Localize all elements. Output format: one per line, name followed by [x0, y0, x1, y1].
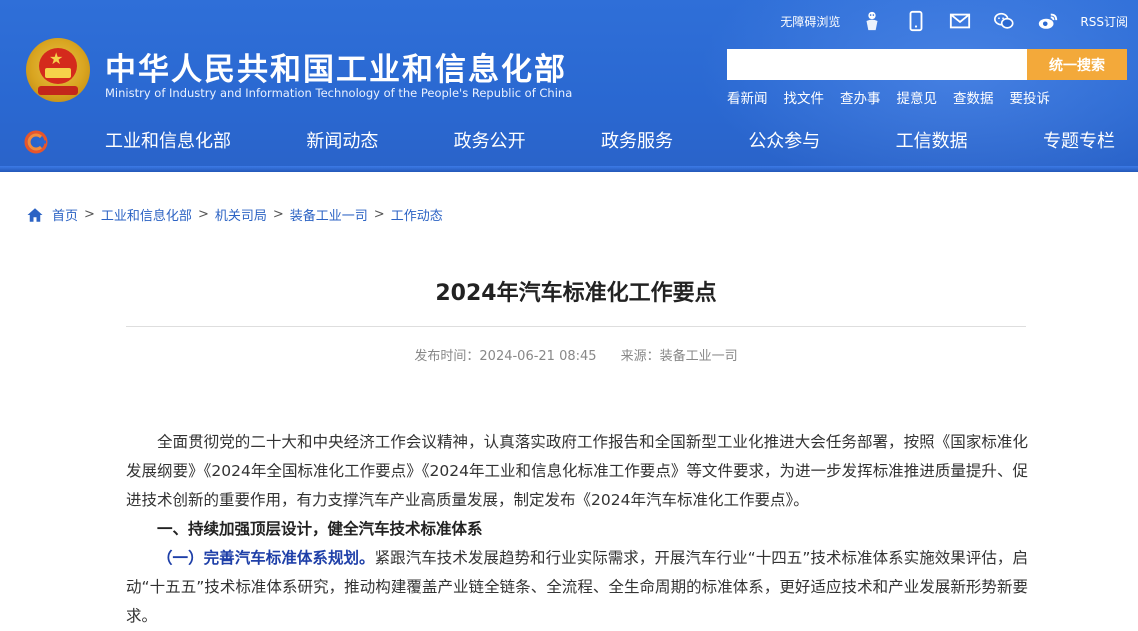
nav-item-services[interactable]: 政务服务 [591, 125, 683, 159]
mail-icon[interactable] [948, 9, 972, 33]
main-nav: 工业和信息化部 新闻动态 政务公开 政务服务 公众参与 工信数据 专题专栏 [95, 125, 1125, 159]
breadcrumb-equipment-dept[interactable]: 装备工业一司 [290, 205, 368, 224]
site-subtitle: Ministry of Industry and Information Tec… [105, 86, 573, 100]
home-icon[interactable] [26, 206, 44, 224]
quick-link-news[interactable]: 看新闻 [727, 87, 768, 107]
search-button[interactable]: 统一搜索 [1027, 49, 1127, 80]
breadcrumb-work-news[interactable]: 工作动态 [391, 205, 443, 224]
weibo-icon[interactable] [1036, 9, 1060, 33]
utility-bar: 无障碍浏览 RSS订阅 [780, 8, 1128, 34]
subsection-heading-1-1: （一）完善汽车标准体系规划。 [157, 549, 375, 567]
nav-item-disclosure[interactable]: 政务公开 [444, 125, 536, 159]
search-input[interactable] [727, 49, 1027, 80]
breadcrumb-home[interactable]: 首页 [52, 205, 78, 224]
nav-item-topics[interactable]: 专题专栏 [1033, 125, 1125, 159]
nav-item-data[interactable]: 工信数据 [886, 125, 978, 159]
publish-time: 发布时间：2024-06-21 08:45 [414, 349, 597, 364]
article-title: 2024年汽车标准化工作要点 [435, 281, 717, 306]
quick-link-files[interactable]: 找文件 [784, 87, 825, 107]
nav-item-participation[interactable]: 公众参与 [738, 125, 830, 159]
section-heading-1: 一、持续加强顶层设计，健全汽车技术标准体系 [157, 520, 483, 538]
title-divider [126, 326, 1026, 327]
article-source: 来源：装备工业一司 [620, 349, 738, 364]
breadcrumb-separator: > [84, 207, 95, 222]
article-body: 全面贯彻党的二十大和中央经济工作会议精神，认真落实政府工作报告和全国新型工业化推… [126, 428, 1028, 631]
breadcrumb: 首页 > 工业和信息化部 > 机关司局 > 装备工业一司 > 工作动态 [26, 205, 443, 224]
breadcrumb-separator: > [373, 207, 385, 222]
site-header: ★ 中华人民共和国工业和信息化部 Ministry of Industry an… [0, 0, 1138, 172]
breadcrumb-separator: > [272, 207, 284, 222]
site-title[interactable]: 中华人民共和国工业和信息化部 [105, 44, 567, 89]
site-logo-icon[interactable] [24, 130, 48, 154]
quick-link-complaint[interactable]: 要投诉 [1010, 87, 1051, 107]
article-meta: 发布时间：2024-06-21 08:45 来源：装备工业一司 [126, 345, 1026, 364]
paragraph-intro: 全面贯彻党的二十大和中央经济工作会议精神，认真落实政府工作报告和全国新型工业化推… [126, 433, 1028, 509]
quick-link-feedback[interactable]: 提意见 [897, 87, 938, 107]
national-emblem-icon: ★ [26, 38, 90, 102]
breadcrumb-separator: > [197, 207, 209, 222]
paragraph-1-1: （一）完善汽车标准体系规划。紧跟汽车技术发展趋势和行业实际需求，开展汽车行业“十… [126, 544, 1028, 631]
accessibility-figure-icon[interactable] [860, 9, 884, 33]
quick-links: 看新闻 找文件 查办事 提意见 查数据 要投诉 [727, 87, 1050, 107]
mobile-icon[interactable] [904, 9, 928, 33]
quick-link-services[interactable]: 查办事 [840, 87, 881, 107]
nav-item-ministry[interactable]: 工业和信息化部 [95, 125, 241, 159]
breadcrumb-ministry[interactable]: 工业和信息化部 [101, 205, 192, 224]
wechat-icon[interactable] [992, 9, 1016, 33]
rss-subscribe-link[interactable]: RSS订阅 [1080, 13, 1128, 30]
quick-link-data[interactable]: 查数据 [953, 87, 994, 107]
nav-item-news[interactable]: 新闻动态 [296, 125, 388, 159]
breadcrumb-departments[interactable]: 机关司局 [215, 205, 267, 224]
accessible-browse-link[interactable]: 无障碍浏览 [780, 13, 840, 30]
